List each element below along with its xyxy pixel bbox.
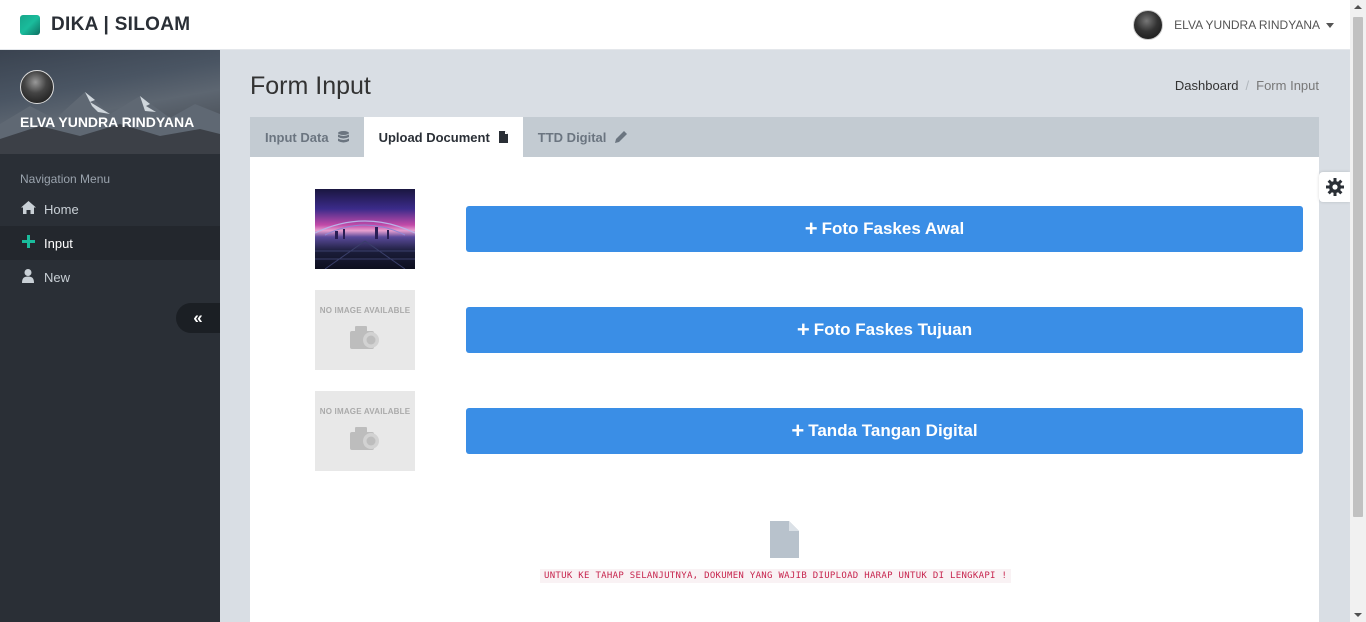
upload-foto-faskes-awal-button[interactable]: + Foto Faskes Awal [466,206,1303,252]
document-thumbnail: NO IMAGE AVAILABLE [315,290,415,370]
no-image-text: NO IMAGE AVAILABLE [319,306,411,315]
scroll-down-arrow-icon[interactable] [1354,613,1362,617]
brand[interactable]: DIKA | SILOAM [20,14,190,36]
avatar [1133,10,1164,40]
upload-tanda-tangan-digital-button[interactable]: + Tanda Tangan Digital [466,408,1303,454]
database-icon [337,131,349,143]
sidebar: ELVA YUNDRA RINDYANA Navigation Menu Hom… [0,50,220,622]
plus-icon: + [796,317,810,342]
brand-logo-icon [20,15,40,35]
sidebar-item-home[interactable]: Home [0,192,220,226]
home-icon [20,201,36,217]
no-image-text: NO IMAGE AVAILABLE [319,407,411,416]
breadcrumb: Dashboard / Form Input [1175,78,1319,93]
upload-button-label: Tanda Tangan Digital [808,421,978,440]
plus-icon: + [804,216,818,241]
page-title: Form Input [250,72,371,100]
upload-document-tab-content: + Foto Faskes Awal NO IMAGE AVAILABLE + … [250,157,1319,622]
gear-icon [1325,178,1344,196]
upload-required-notice: UNTUK KE TAHAP SELANJUTNYA, DOKUMEN YANG… [540,569,1012,583]
double-chevron-left-icon: « [193,308,203,327]
tab-upload-document[interactable]: Upload Document [363,117,523,157]
camera-icon [350,326,379,349]
plus-icon: + [791,418,805,443]
file-icon [770,521,799,558]
breadcrumb-separator: / [1245,78,1250,93]
top-navbar: DIKA | SILOAM ELVA YUNDRA RINDYANA [0,0,1350,50]
nav-menu-title: Navigation Menu [20,172,111,186]
tab-label: TTD Digital [537,129,607,145]
document-thumbnail: NO IMAGE AVAILABLE [315,391,415,471]
plus-icon [20,235,36,251]
file-icon [498,131,508,143]
brand-name: DIKA | SILOAM [51,14,191,35]
profile-name: ELVA YUNDRA RINDYANA [20,114,195,130]
upload-foto-faskes-tujuan-button[interactable]: + Foto Faskes Tujuan [466,307,1303,353]
tab-input-data[interactable]: Input Data [250,117,364,157]
form-panel: Input Data Upload Document TTD Digital +… [250,117,1319,622]
tab-label: Upload Document [378,129,490,145]
document-row-foto-faskes-awal: + Foto Faskes Awal [314,189,1303,270]
tab-bar: Input Data Upload Document TTD Digital [250,117,1319,157]
document-row-tanda-tangan-digital: NO IMAGE AVAILABLE + Tanda Tangan Digita… [315,391,1303,471]
sidebar-item-label: Home [44,201,79,217]
breadcrumb-current: Form Input [1256,78,1319,93]
tab-label: Input Data [265,129,329,145]
sidebar-item-input[interactable]: Input [0,226,220,260]
settings-button[interactable] [1319,172,1350,202]
city-bridge-image [314,220,416,270]
scrollbar-thumb[interactable] [1353,17,1363,517]
tab-ttd-digital[interactable]: TTD Digital [523,117,643,157]
profile-avatar[interactable] [20,70,54,104]
camera-icon [350,427,379,450]
upload-button-label: Foto Faskes Awal [821,219,965,238]
sidebar-item-label: New [44,269,71,285]
upload-button-label: Foto Faskes Tujuan [813,320,973,339]
document-row-foto-faskes-tujuan: NO IMAGE AVAILABLE + Foto Faskes Tujuan [315,290,1303,370]
scroll-up-arrow-icon[interactable] [1354,5,1362,9]
user-icon [20,268,36,286]
pencil-icon [615,131,628,143]
sidebar-item-label: Input [44,235,73,251]
page-scrollbar[interactable] [1350,0,1366,622]
caret-down-icon [1326,22,1334,28]
sidebar-collapse-button[interactable]: « [176,303,220,333]
sidebar-item-new[interactable]: New [0,260,220,294]
breadcrumb-dashboard-link[interactable]: Dashboard [1175,78,1239,93]
document-thumbnail [314,189,416,270]
user-name: ELVA YUNDRA RINDYANA [1174,18,1320,32]
user-menu[interactable]: ELVA YUNDRA RINDYANA [1133,10,1334,40]
sidebar-profile: ELVA YUNDRA RINDYANA [0,50,220,154]
